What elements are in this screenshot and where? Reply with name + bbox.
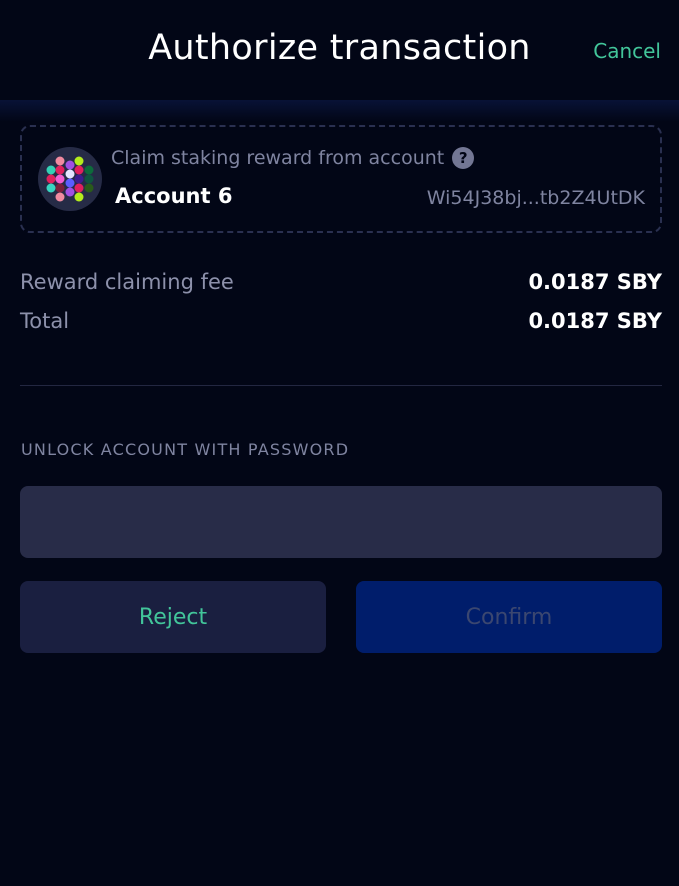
question-circle-icon[interactable]: ? xyxy=(452,147,475,169)
reject-button[interactable]: Reject xyxy=(20,581,326,653)
fee-label: Reward claiming fee xyxy=(20,270,234,294)
fee-row-total: Total 0.0187 SBY xyxy=(20,309,662,339)
header-divider-glow xyxy=(0,100,679,122)
password-label: UNLOCK ACCOUNT WITH PASSWORD xyxy=(21,440,350,459)
total-amount: 0.0187 xyxy=(528,309,610,333)
total-unit: SBY xyxy=(616,309,662,333)
divider xyxy=(20,385,662,386)
confirm-button[interactable]: Confirm xyxy=(356,581,662,653)
total-label: Total xyxy=(20,309,70,333)
account-action-text: Claim staking reward from account ? xyxy=(111,147,475,169)
account-address: Wi54J38bj...tb2Z4UtDK xyxy=(426,187,645,209)
password-field[interactable] xyxy=(20,486,662,558)
fee-value: 0.0187 SBY xyxy=(528,270,662,294)
fee-amount: 0.0187 xyxy=(528,270,610,294)
total-value: 0.0187 SBY xyxy=(528,309,662,333)
page-title: Authorize transaction xyxy=(148,28,531,68)
cancel-button[interactable]: Cancel xyxy=(593,39,661,63)
account-card: Claim staking reward from account ? Acco… xyxy=(20,125,662,233)
identicon-icon xyxy=(38,147,102,211)
fee-row-reward: Reward claiming fee 0.0187 SBY xyxy=(20,270,662,300)
fee-unit: SBY xyxy=(616,270,662,294)
account-action-label: Claim staking reward from account xyxy=(111,147,445,169)
account-name: Account 6 xyxy=(115,184,233,208)
